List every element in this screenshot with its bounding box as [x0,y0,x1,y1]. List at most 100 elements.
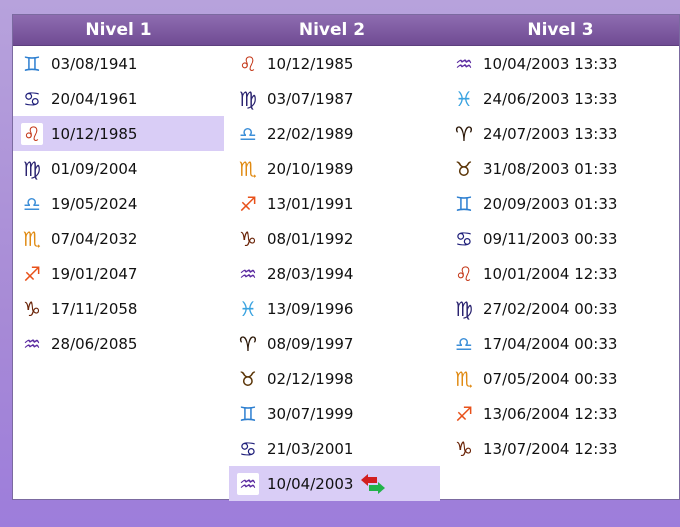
period-row[interactable]: ♎︎ 22/02/1989 [229,116,440,151]
period-row[interactable]: ♏︎ 07/05/2004 00:33 [445,361,680,396]
period-row[interactable]: ♍︎ 27/02/2004 00:33 [445,291,680,326]
period-row[interactable]: ♓︎ 24/06/2003 13:33 [445,81,680,116]
aquarius-sign-icon: ♒︎ [23,331,41,356]
period-row[interactable]: ♐︎ 13/06/2004 12:33 [445,396,680,431]
period-date: 01/09/2004 [51,159,138,178]
aquarius-sign-icon: ♒︎ [455,51,473,76]
period-row[interactable]: ♉︎ 31/08/2003 01:33 [445,151,680,186]
swap-arrows-icon[interactable] [359,473,387,495]
leo-sign-icon: ♌︎ [21,122,43,145]
virgo-sign-icon: ♍︎ [239,86,257,111]
period-row[interactable]: ♍︎ 03/07/1987 [229,81,440,116]
period-row[interactable]: ♉︎ 02/12/1998 [229,361,440,396]
nivel-1-list: ♊︎ 03/08/1941 ♋︎ 20/04/1961 ♌︎ 10/12/1985 ♍︎ 01… [13,46,224,361]
period-row[interactable]: ♌︎ 10/12/1985 [229,46,440,81]
nivel-3-list: ♒︎ 10/04/2003 13:33 ♓︎ 24/06/2003 13:33 ♈︎ 24… [445,46,680,466]
period-date: 24/07/2003 13:33 [483,124,618,143]
period-row[interactable]: ♍︎ 01/09/2004 [13,151,224,186]
aries-sign-icon: ♈︎ [239,331,257,356]
dasha-periods-panel: Nivel 1 Nivel 2 Nivel 3 ♊︎ 03/08/1941 ♋︎ 20… [12,14,680,501]
header-nivel-1: Nivel 1 [85,20,152,40]
leo-sign-icon: ♌︎ [455,261,473,286]
period-date: 27/02/2004 00:33 [483,299,618,318]
period-row[interactable]: ♒︎ 10/04/2003 [229,466,440,501]
period-date: 08/01/1992 [267,229,354,248]
scorpio-sign-icon: ♏︎ [455,366,473,391]
capricorn-sign-icon: ♑︎ [239,226,257,251]
period-date: 30/07/1999 [267,404,354,423]
period-row[interactable]: ♏︎ 20/10/1989 [229,151,440,186]
period-row[interactable]: ♎︎ 17/04/2004 00:33 [445,326,680,361]
period-row[interactable]: ♐︎ 13/01/1991 [229,186,440,221]
period-date: 19/05/2024 [51,194,138,213]
period-date: 10/04/2003 13:33 [483,54,618,73]
period-date: 08/09/1997 [267,334,354,353]
period-date: 13/06/2004 12:33 [483,404,618,423]
period-date: 09/11/2003 00:33 [483,229,618,248]
period-date: 28/03/1994 [267,264,354,283]
aquarius-sign-icon: ♒︎ [239,261,257,286]
gemini-sign-icon: ♊︎ [455,191,473,216]
period-row[interactable]: ♒︎ 28/06/2085 [13,326,224,361]
period-row[interactable]: ♒︎ 28/03/1994 [229,256,440,291]
period-row[interactable]: ♈︎ 24/07/2003 13:33 [445,116,680,151]
period-date: 10/12/1985 [51,124,138,143]
period-date: 17/04/2004 00:33 [483,334,618,353]
virgo-sign-icon: ♍︎ [23,156,41,181]
period-date: 13/07/2004 12:33 [483,439,618,458]
period-date: 03/08/1941 [51,54,138,73]
period-date: 10/04/2003 [267,474,354,493]
period-row[interactable]: ♐︎ 19/01/2047 [13,256,224,291]
period-row[interactable]: ♌︎ 10/12/1985 [13,116,224,151]
cancer-sign-icon: ♋︎ [239,436,257,461]
period-date: 13/01/1991 [267,194,354,213]
gemini-sign-icon: ♊︎ [23,51,41,76]
sagittarius-sign-icon: ♐︎ [23,261,41,286]
period-date: 10/12/1985 [267,54,354,73]
pisces-sign-icon: ♓︎ [455,86,473,111]
period-date: 07/04/2032 [51,229,138,248]
capricorn-sign-icon: ♑︎ [23,296,41,321]
period-row[interactable]: ♑︎ 13/07/2004 12:33 [445,431,680,466]
period-date: 31/08/2003 01:33 [483,159,618,178]
column-header-bar: Nivel 1 Nivel 2 Nivel 3 [13,15,679,46]
scorpio-sign-icon: ♏︎ [239,156,257,181]
scorpio-sign-icon: ♏︎ [23,226,41,251]
period-row[interactable]: ♋︎ 09/11/2003 00:33 [445,221,680,256]
period-row[interactable]: ♈︎ 08/09/1997 [229,326,440,361]
period-row[interactable]: ♊︎ 03/08/1941 [13,46,224,81]
gemini-sign-icon: ♊︎ [239,401,257,426]
period-date: 19/01/2047 [51,264,138,283]
period-row[interactable]: ♓︎ 13/09/1996 [229,291,440,326]
cancer-sign-icon: ♋︎ [455,226,473,251]
period-date: 22/02/1989 [267,124,354,143]
period-row[interactable]: ♏︎ 07/04/2032 [13,221,224,256]
libra-sign-icon: ♎︎ [23,191,41,216]
period-date: 17/11/2058 [51,299,138,318]
period-row[interactable]: ♊︎ 20/09/2003 01:33 [445,186,680,221]
capricorn-sign-icon: ♑︎ [455,436,473,461]
period-row[interactable]: ♎︎ 19/05/2024 [13,186,224,221]
aquarius-sign-icon: ♒︎ [237,472,259,495]
period-row[interactable]: ♌︎ 10/01/2004 12:33 [445,256,680,291]
pisces-sign-icon: ♓︎ [239,296,257,321]
libra-sign-icon: ♎︎ [455,331,473,356]
period-row[interactable]: ♊︎ 30/07/1999 [229,396,440,431]
period-row[interactable]: ♋︎ 21/03/2001 [229,431,440,466]
period-date: 13/09/1996 [267,299,354,318]
period-date: 02/12/1998 [267,369,354,388]
sagittarius-sign-icon: ♐︎ [455,401,473,426]
period-date: 07/05/2004 00:33 [483,369,618,388]
virgo-sign-icon: ♍︎ [455,296,473,321]
period-date: 21/03/2001 [267,439,354,458]
leo-sign-icon: ♌︎ [239,51,257,76]
period-row[interactable]: ♑︎ 17/11/2058 [13,291,224,326]
nivel-2-list: ♌︎ 10/12/1985 ♍︎ 03/07/1987 ♎︎ 22/02/1989 ♏︎ 20… [229,46,440,501]
period-row[interactable]: ♒︎ 10/04/2003 13:33 [445,46,680,81]
period-row[interactable]: ♋︎ 20/04/1961 [13,81,224,116]
aries-sign-icon: ♈︎ [455,121,473,146]
period-date: 28/06/2085 [51,334,138,353]
taurus-sign-icon: ♉︎ [239,366,257,391]
period-date: 20/09/2003 01:33 [483,194,618,213]
period-row[interactable]: ♑︎ 08/01/1992 [229,221,440,256]
